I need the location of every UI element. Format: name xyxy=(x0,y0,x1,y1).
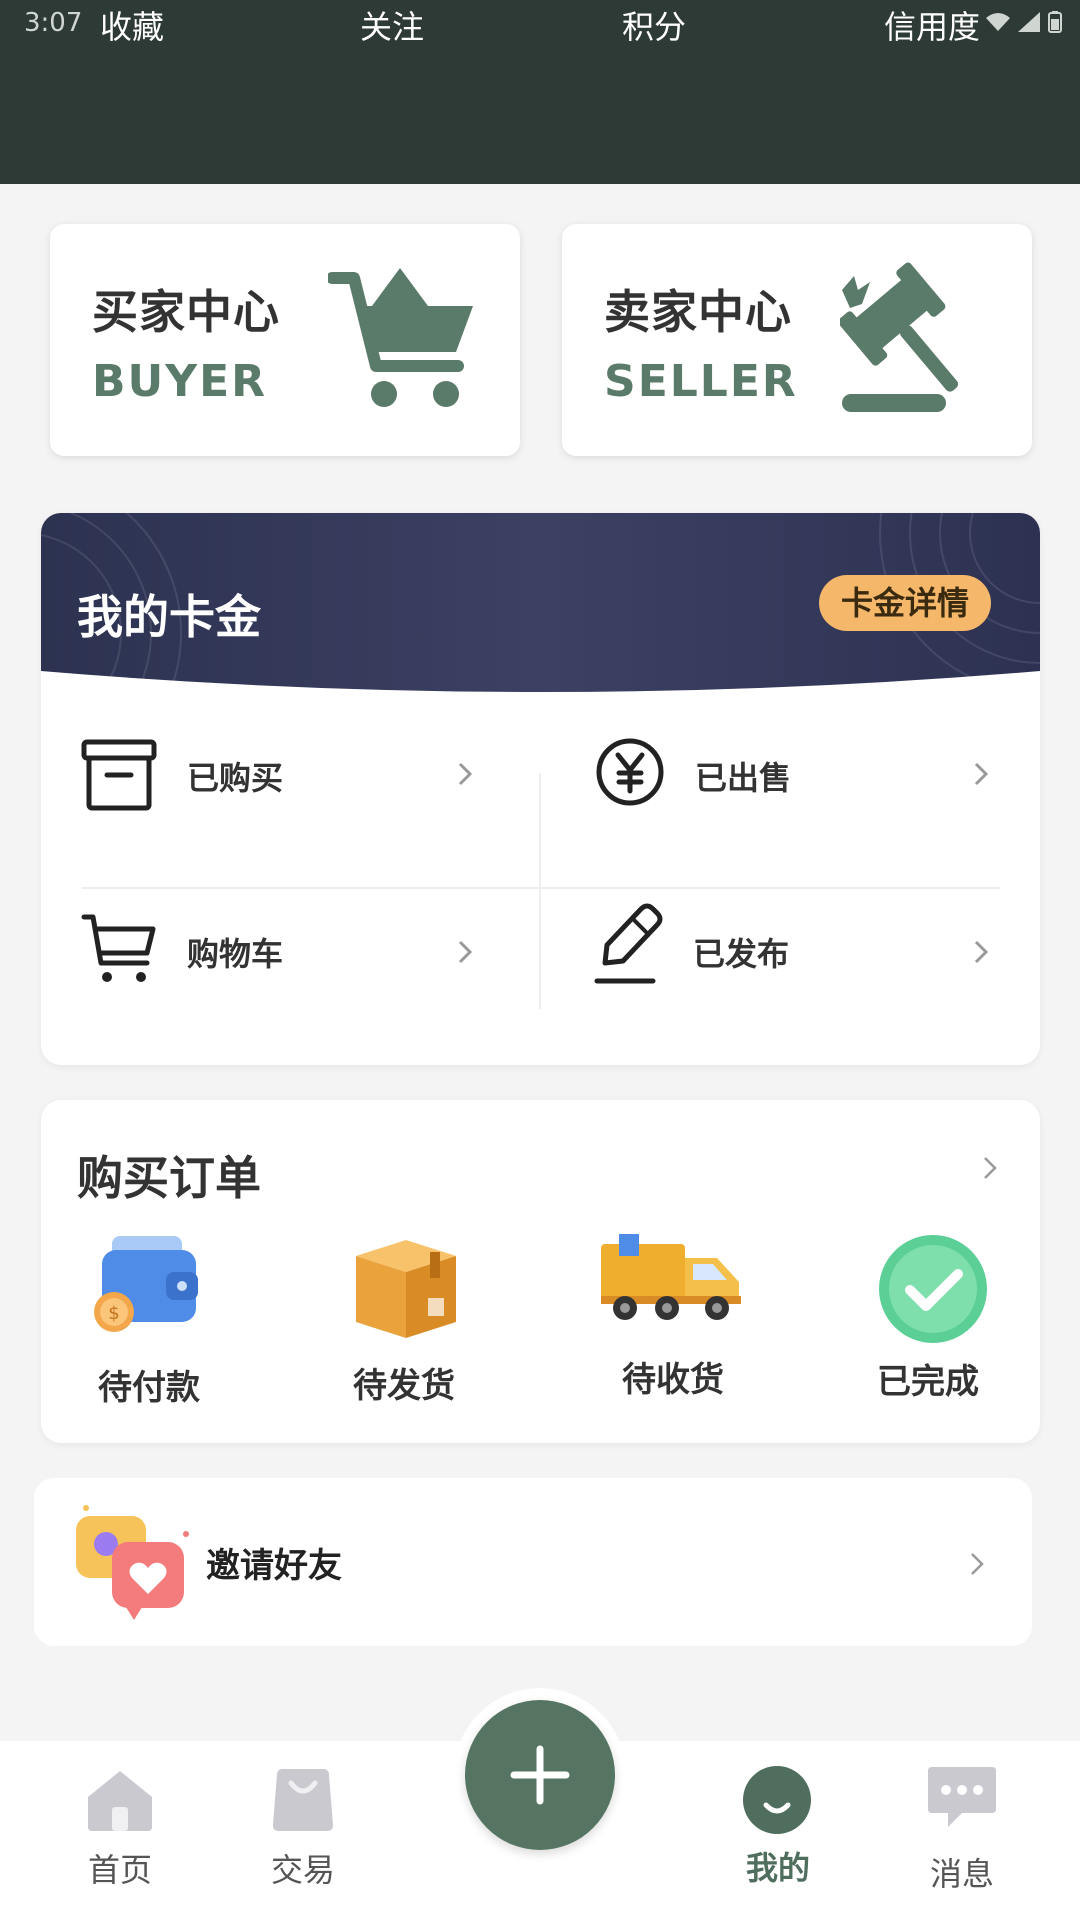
chevron-right-icon xyxy=(974,940,989,964)
status-icons xyxy=(986,10,1062,34)
chat-heart-icon xyxy=(76,1505,189,1620)
order-label-pending-receipt: 待收货 xyxy=(622,1360,724,1400)
orders-title: 购买订单 xyxy=(77,1151,261,1205)
nav-item-home[interactable]: 首页 xyxy=(50,1741,190,1920)
wallet-icon: $ xyxy=(94,1236,198,1332)
buyer-center-card[interactable]: 买家中心 BUYER xyxy=(50,224,520,456)
stat-following[interactable]: 关注 xyxy=(360,2,424,48)
nav-item-messages[interactable]: 消息 xyxy=(892,1741,1032,1920)
nav-label-trade: 交易 xyxy=(270,1851,335,1889)
nav-item-trade[interactable]: 交易 xyxy=(233,1741,373,1920)
nav-label-mine: 我的 xyxy=(745,1849,810,1887)
order-pending-shipment[interactable]: 待发货 xyxy=(296,1230,516,1440)
delivery-truck-icon xyxy=(601,1234,741,1320)
grid-label-published: 已发布 xyxy=(693,935,790,973)
invite-friends-row[interactable]: 邀请好友 xyxy=(34,1478,1032,1646)
plus-icon xyxy=(510,1745,570,1805)
grid-label-cart: 购物车 xyxy=(187,935,284,973)
chevron-right-icon xyxy=(458,940,473,964)
profile-header: 3:07 收藏 关注 积分 信用度 xyxy=(0,0,1080,184)
stat-favorites[interactable]: 收藏 xyxy=(100,2,164,48)
shopping-bag-icon xyxy=(273,1769,333,1831)
yen-circle-icon xyxy=(596,738,664,806)
home-icon xyxy=(88,1771,152,1831)
grid-item-purchased[interactable]: 已购买 xyxy=(41,709,541,829)
wifi-icon xyxy=(986,13,1010,31)
invite-label: 邀请好友 xyxy=(206,1546,342,1586)
smile-icon xyxy=(743,1766,811,1834)
purchase-orders-panel: 购买订单 $ 待付款 待发货 待收货 已完成 xyxy=(41,1100,1040,1443)
chevron-right-icon xyxy=(971,1553,984,1575)
publish-fab-button[interactable] xyxy=(465,1700,615,1850)
stat-credit[interactable]: 信用度 xyxy=(884,2,980,48)
battery-icon xyxy=(1048,11,1062,33)
cart-icon xyxy=(328,268,473,407)
message-icon xyxy=(928,1767,996,1827)
pencil-icon xyxy=(594,903,663,984)
archive-box-icon xyxy=(81,739,157,811)
wallet-detail-button[interactable]: 卡金详情 xyxy=(819,575,991,631)
gavel-icon xyxy=(840,262,959,412)
orders-more-chevron-icon[interactable] xyxy=(983,1156,997,1180)
order-label-pending-shipment: 待发货 xyxy=(353,1366,455,1406)
nav-item-mine[interactable]: 我的 xyxy=(708,1741,848,1920)
seller-center-card[interactable]: 卖家中心 SELLER xyxy=(562,224,1032,456)
grid-label-purchased: 已购买 xyxy=(187,759,284,797)
buyer-center-sub: BUYER xyxy=(92,356,268,407)
check-circle-icon xyxy=(879,1235,987,1343)
stat-points[interactable]: 积分 xyxy=(622,2,686,48)
grid-item-published[interactable]: 已发布 xyxy=(541,889,1040,1009)
chevron-right-icon xyxy=(974,762,989,786)
order-pending-receipt[interactable]: 待收货 xyxy=(559,1230,779,1440)
buyer-center-title: 买家中心 xyxy=(92,285,280,339)
card-wallet-panel: 我的卡金 卡金详情 已购买 已出售 购物车 已发布 xyxy=(41,513,1040,1065)
order-label-completed: 已完成 xyxy=(877,1362,979,1402)
svg-text:$: $ xyxy=(108,1303,119,1324)
shopping-cart-icon xyxy=(81,914,156,982)
order-completed[interactable]: 已完成 xyxy=(824,1230,1034,1440)
grid-label-sold: 已出售 xyxy=(695,759,792,797)
nav-label-home: 首页 xyxy=(87,1851,152,1889)
order-label-pending-payment: 待付款 xyxy=(98,1368,200,1408)
seller-center-sub: SELLER xyxy=(604,356,798,407)
nav-label-messages: 消息 xyxy=(929,1855,994,1893)
grid-item-sold[interactable]: 已出售 xyxy=(541,709,1040,829)
signal-icon xyxy=(1018,12,1040,32)
seller-center-title: 卖家中心 xyxy=(604,285,792,339)
wallet-title: 我的卡金 xyxy=(77,590,261,644)
package-box-icon xyxy=(356,1240,456,1338)
order-pending-payment[interactable]: $ 待付款 xyxy=(41,1230,261,1440)
chevron-right-icon xyxy=(458,762,473,786)
grid-item-cart[interactable]: 购物车 xyxy=(41,889,541,1009)
status-time: 3:07 xyxy=(24,8,83,38)
